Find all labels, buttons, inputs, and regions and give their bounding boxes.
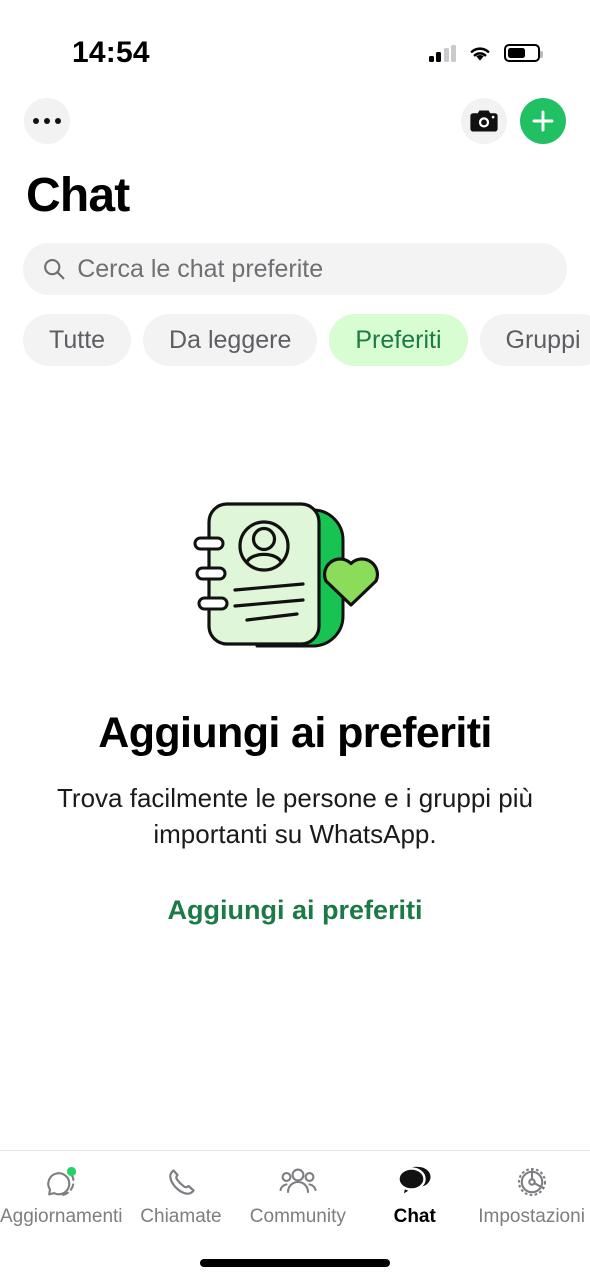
tab-label-chat: Chat [393, 1206, 436, 1227]
more-options-icon [33, 118, 61, 124]
new-chat-button[interactable] [520, 98, 566, 144]
filter-chip-da-leggere[interactable]: Da leggere [143, 314, 318, 366]
wifi-icon [470, 46, 490, 61]
home-indicator-area [0, 1246, 590, 1280]
tab-label-chiamate: Chiamate [140, 1206, 222, 1227]
tab-chiamate[interactable]: Chiamate [123, 1163, 240, 1228]
tab-aggiornamenti[interactable]: Aggiornamenti [0, 1163, 123, 1228]
more-options-button[interactable] [24, 98, 70, 144]
empty-state-title: Aggiungi ai preferiti [98, 709, 492, 757]
status-bar-icons [428, 44, 547, 63]
battery-icon [504, 44, 543, 62]
chat-filter-chips: Tutte Da leggere Preferiti Gruppi [0, 295, 590, 366]
top-navigation-bar [0, 88, 590, 154]
page-title: Chat [26, 169, 130, 222]
community-people-icon [279, 1163, 317, 1201]
chats-bubbles-icon [395, 1163, 435, 1201]
tab-label-impostazioni: Impostazioni [478, 1206, 585, 1227]
filter-chip-gruppi[interactable]: Gruppi [479, 314, 590, 366]
settings-gear-icon [513, 1163, 551, 1201]
plus-icon [532, 110, 554, 132]
updates-status-icon [42, 1163, 80, 1201]
bottom-tab-bar: Aggiornamenti Chiamate Community Chat Im… [0, 1150, 590, 1246]
cellular-signal-icon [428, 44, 456, 62]
search-section [0, 223, 590, 295]
filter-chip-tutte[interactable]: Tutte [23, 314, 132, 366]
filter-chip-preferiti[interactable]: Preferiti [329, 314, 468, 366]
tab-label-community: Community [249, 1206, 346, 1227]
camera-button[interactable] [461, 98, 507, 144]
search-input[interactable] [77, 254, 548, 284]
search-bar[interactable] [23, 243, 567, 295]
search-icon [44, 258, 65, 280]
tab-label-aggiornamenti: Aggiornamenti [0, 1206, 123, 1227]
favorites-contact-card-heart-illustration [193, 502, 380, 648]
empty-state: Aggiungi ai preferiti Trova facilmente l… [0, 366, 590, 1150]
phone-icon [163, 1163, 199, 1201]
status-bar: 14:54 [0, 0, 590, 88]
tab-impostazioni[interactable]: Impostazioni [473, 1163, 590, 1228]
top-nav-actions [461, 98, 566, 144]
status-bar-time: 14:54 [72, 36, 150, 69]
tab-chat[interactable]: Chat [356, 1163, 473, 1228]
home-indicator-bar[interactable] [200, 1259, 390, 1267]
add-to-favorites-button[interactable]: Aggiungi ai preferiti [167, 895, 422, 926]
empty-state-description: Trova facilmente le persone e i gruppi p… [57, 783, 533, 849]
whatsapp-chats-screen: 14:54 Chat Cerca le chat preferite Tutte… [0, 0, 590, 1280]
camera-icon [470, 110, 498, 132]
tab-community[interactable]: Community [239, 1163, 356, 1228]
